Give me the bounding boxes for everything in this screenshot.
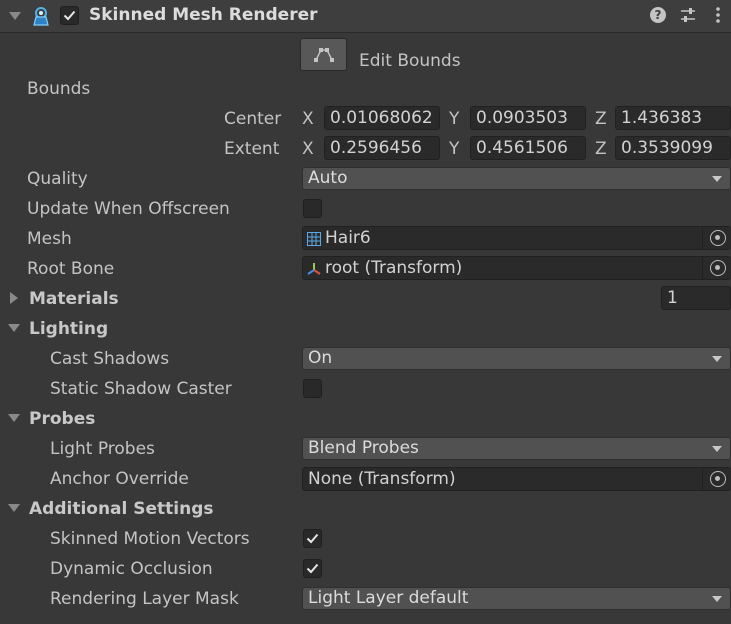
component-title: Skinned Mesh Renderer: [89, 5, 318, 25]
cast-shadows-value: On: [308, 348, 333, 368]
extent-y-input[interactable]: 0.4561506: [470, 136, 586, 160]
quality-value: Auto: [308, 168, 348, 188]
anchor-override-picker-button[interactable]: [702, 468, 731, 490]
dropdown-arrow-icon: [712, 446, 722, 452]
static-shadow-caster-checkbox[interactable]: [303, 379, 322, 398]
anchor-override-label: Anchor Override: [50, 469, 189, 489]
center-z-input[interactable]: 1.436383: [615, 106, 731, 130]
probes-foldout-icon[interactable]: [8, 414, 20, 422]
light-probes-dropdown[interactable]: Blend Probes: [302, 437, 731, 460]
rendering-layer-mask-dropdown[interactable]: Light Layer default: [302, 587, 731, 610]
rendering-layer-mask-label: Rendering Layer Mask: [50, 589, 239, 609]
anchor-override-value: None (Transform): [308, 469, 456, 489]
root-bone-value: root (Transform): [325, 258, 463, 278]
mesh-object-field[interactable]: Hair6: [302, 226, 731, 250]
context-menu-icon[interactable]: [716, 6, 720, 24]
presets-icon[interactable]: [680, 7, 696, 23]
root-bone-picker-button[interactable]: [702, 257, 731, 279]
materials-label[interactable]: Materials: [29, 288, 119, 310]
root-bone-label: Root Bone: [27, 259, 115, 279]
mesh-picker-button[interactable]: [702, 227, 731, 249]
center-label: Center: [224, 109, 282, 129]
skinned-motion-vectors-label: Skinned Motion Vectors: [50, 529, 250, 549]
light-probes-label: Light Probes: [50, 439, 155, 459]
cast-shadows-dropdown[interactable]: On: [302, 347, 731, 370]
object-picker-icon: [710, 230, 726, 246]
extent-label: Extent: [224, 139, 280, 159]
extent-z-input[interactable]: 0.3539099: [615, 136, 731, 160]
edit-bounds-button[interactable]: [300, 38, 347, 71]
object-picker-icon: [710, 471, 726, 487]
extent-y-label: Y: [449, 139, 460, 159]
cast-shadows-label: Cast Shadows: [50, 349, 170, 369]
transform-icon: [306, 261, 322, 275]
edit-bounds-label: Edit Bounds: [359, 51, 461, 71]
dropdown-arrow-icon: [712, 356, 722, 362]
rendering-layer-mask-value: Light Layer default: [308, 588, 469, 608]
object-picker-icon: [710, 260, 726, 276]
lighting-label[interactable]: Lighting: [29, 318, 108, 340]
mesh-label: Mesh: [27, 229, 72, 249]
help-icon[interactable]: ?: [650, 7, 666, 23]
update-when-offscreen-checkbox[interactable]: [303, 199, 322, 218]
quality-label: Quality: [27, 169, 88, 189]
static-shadow-caster-label: Static Shadow Caster: [50, 379, 232, 399]
component-enabled-checkbox[interactable]: [60, 6, 79, 25]
skinned-mesh-renderer-icon: [31, 5, 53, 27]
extent-z-label: Z: [595, 139, 607, 159]
edit-bounds-icon: [314, 48, 334, 62]
collapse-arrow-icon[interactable]: [9, 12, 21, 20]
light-probes-value: Blend Probes: [308, 438, 419, 458]
quality-dropdown[interactable]: Auto: [302, 167, 731, 190]
additional-settings-label[interactable]: Additional Settings: [29, 498, 214, 520]
lighting-foldout-icon[interactable]: [8, 324, 20, 332]
root-bone-object-field[interactable]: root (Transform): [302, 256, 731, 280]
extent-x-input[interactable]: 0.2596456: [324, 136, 440, 160]
additional-settings-foldout-icon[interactable]: [8, 504, 20, 512]
center-y-input[interactable]: 0.0903503: [470, 106, 586, 130]
materials-size-input[interactable]: 1: [661, 286, 731, 310]
dropdown-arrow-icon: [712, 176, 722, 182]
probes-label[interactable]: Probes: [29, 408, 95, 430]
materials-foldout-icon[interactable]: [10, 292, 18, 304]
center-x-input[interactable]: 0.01068062: [324, 106, 440, 130]
anchor-override-object-field[interactable]: None (Transform): [302, 467, 731, 491]
update-when-offscreen-label: Update When Offscreen: [27, 199, 230, 219]
mesh-value: Hair6: [325, 228, 371, 248]
bounds-label: Bounds: [27, 79, 91, 99]
skinned-motion-vectors-checkbox[interactable]: [303, 529, 322, 548]
dynamic-occlusion-checkbox[interactable]: [303, 559, 322, 578]
center-x-label: X: [302, 109, 314, 129]
center-y-label: Y: [449, 109, 460, 129]
extent-x-label: X: [302, 139, 314, 159]
dynamic-occlusion-label: Dynamic Occlusion: [50, 559, 213, 579]
mesh-grid-icon: [307, 231, 321, 246]
center-z-label: Z: [595, 109, 607, 129]
dropdown-arrow-icon: [712, 596, 722, 602]
